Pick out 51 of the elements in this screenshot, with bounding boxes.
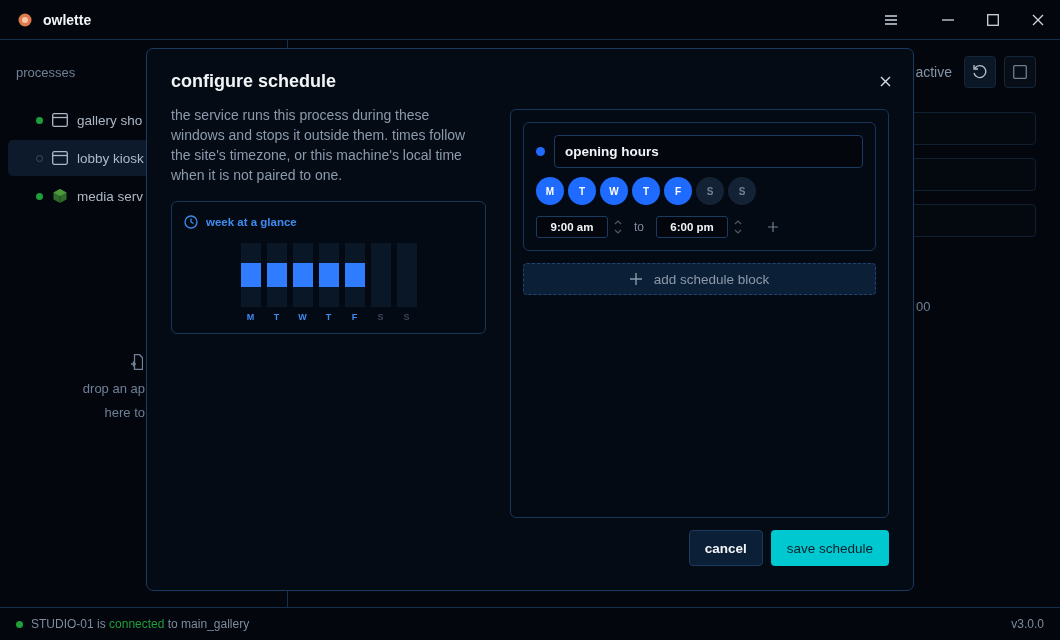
add-file-icon	[131, 354, 143, 370]
day-toggle[interactable]: T	[632, 177, 660, 205]
panel-title: week at a glance	[206, 216, 297, 228]
status-text: active	[915, 64, 952, 80]
cube-icon	[52, 188, 68, 204]
drop-hint-text: drop an ap	[82, 381, 145, 396]
day-label: M	[246, 312, 255, 322]
day-label: F	[351, 312, 358, 322]
day-toggle[interactable]: T	[568, 177, 596, 205]
add-range-icon[interactable]	[768, 222, 778, 232]
close-icon[interactable]	[1031, 13, 1044, 26]
maximize-icon[interactable]	[986, 13, 999, 26]
plus-icon	[629, 273, 642, 285]
clock-icon	[184, 215, 198, 229]
save-button[interactable]: save schedule	[770, 530, 889, 566]
dialog-title: configure schedule	[171, 71, 337, 92]
day-label: S	[403, 312, 410, 322]
logo-icon	[18, 12, 32, 27]
add-block-button[interactable]: add schedule block	[523, 263, 876, 295]
color-dot-icon[interactable]	[536, 147, 545, 156]
day-label: W	[298, 312, 307, 322]
restart-button[interactable]	[964, 56, 996, 88]
day-label: T	[325, 312, 332, 322]
end-time-field[interactable]: 6:00 pm	[656, 216, 728, 238]
day-toggle[interactable]: W	[600, 177, 628, 205]
day-toggle[interactable]: S	[696, 177, 724, 205]
day-toggle[interactable]: S	[728, 177, 756, 205]
version-text: v3.0.0	[1011, 617, 1044, 631]
menu-icon[interactable]	[883, 13, 898, 26]
window-icon	[52, 113, 68, 127]
drop-hint-text: here to	[104, 405, 145, 420]
connection-status-text: STUDIO-01 is connected to main_gallery	[31, 617, 250, 631]
close-icon	[880, 76, 891, 87]
day-label: T	[273, 312, 280, 322]
day-label: S	[377, 312, 384, 322]
restart-icon	[972, 64, 988, 80]
block-name-field[interactable]: opening hours	[554, 135, 863, 168]
start-time-field[interactable]: 9:00 am	[536, 216, 608, 238]
app-name: owlette	[43, 11, 92, 28]
window-icon	[52, 151, 68, 165]
day-toggle[interactable]: F	[664, 177, 692, 205]
day-toggle[interactable]: M	[536, 177, 564, 205]
range-separator-text: to	[634, 220, 644, 234]
info-text: 00	[915, 299, 932, 314]
cancel-button[interactable]: cancel	[688, 530, 763, 566]
sidebar-title: processes	[16, 65, 77, 80]
stop-button[interactable]	[1004, 56, 1036, 88]
close-button[interactable]	[880, 76, 891, 87]
stepper-icon[interactable]	[734, 220, 742, 234]
stepper-icon[interactable]	[614, 220, 622, 234]
stop-icon	[1013, 65, 1027, 79]
